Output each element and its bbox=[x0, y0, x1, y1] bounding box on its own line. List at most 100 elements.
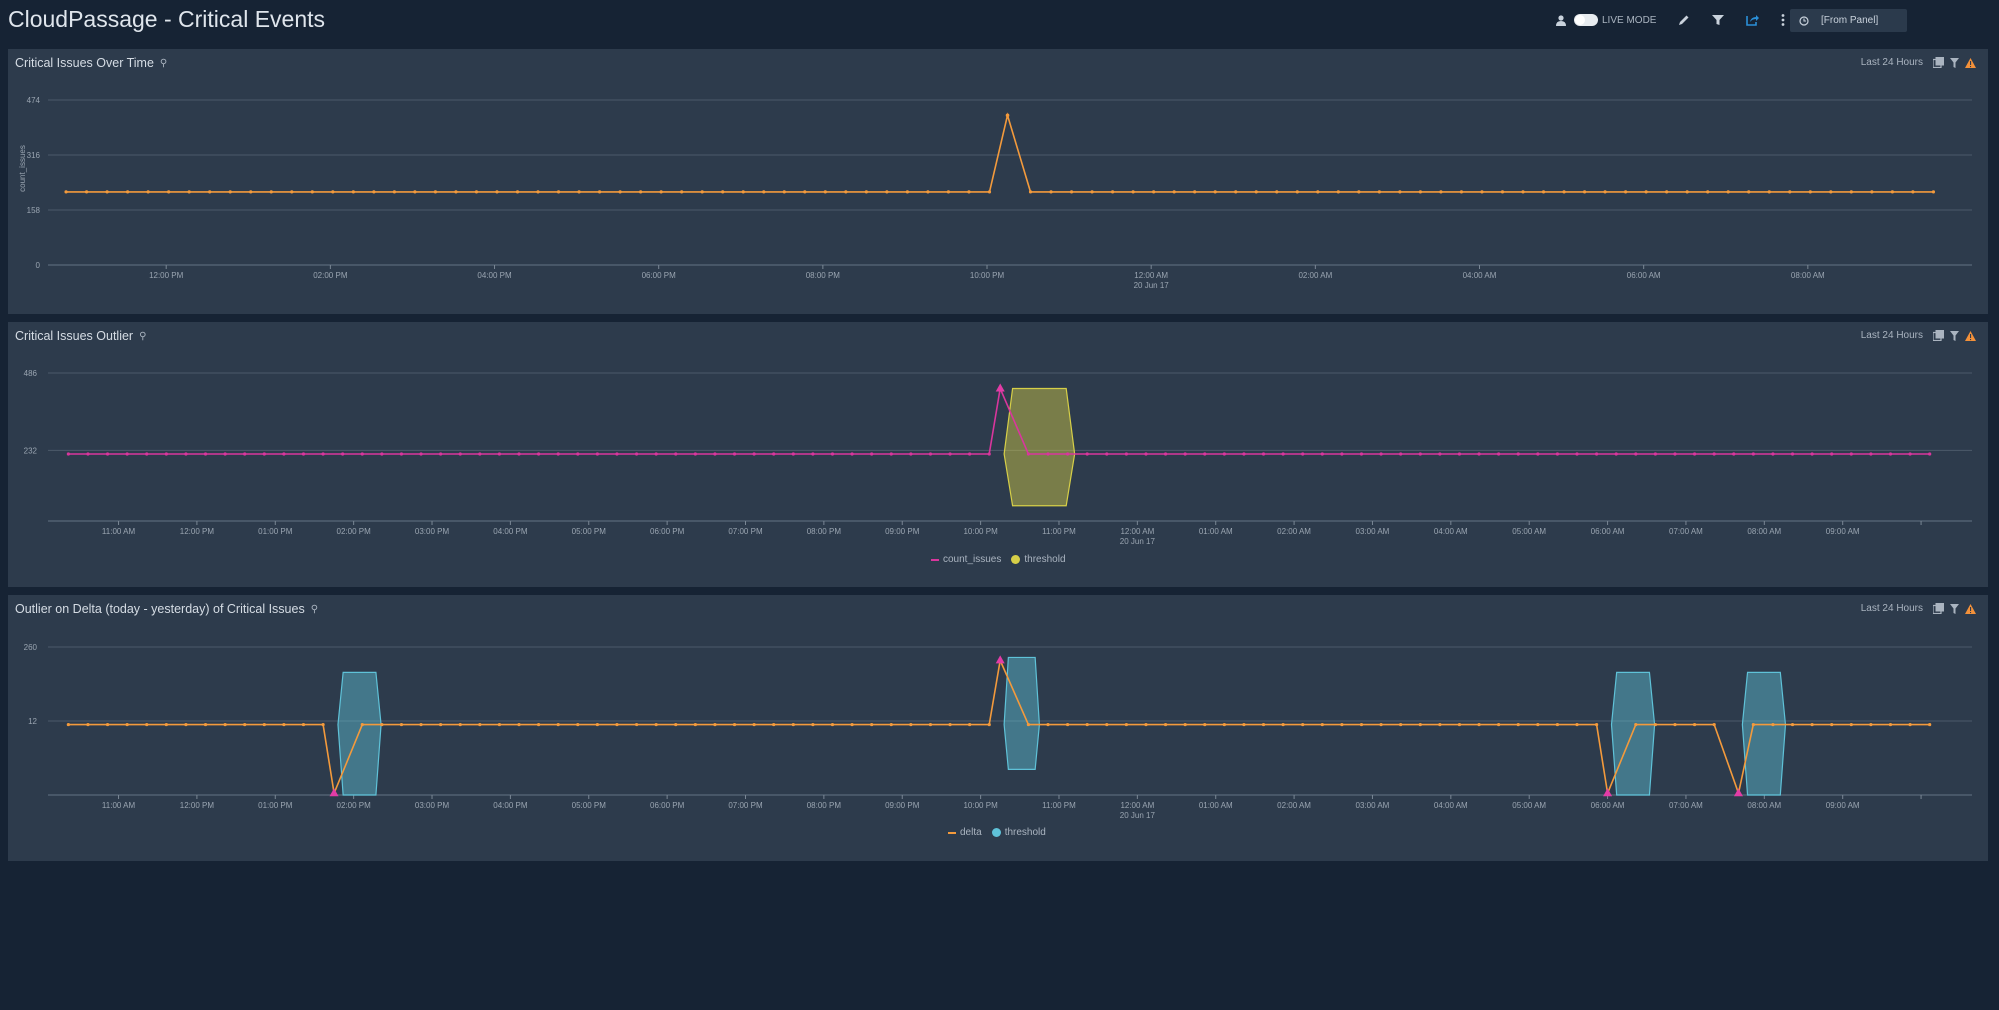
data-point bbox=[654, 722, 658, 727]
x-tick-label: 05:00 PM bbox=[572, 801, 607, 810]
data-point bbox=[634, 452, 639, 456]
data-point bbox=[86, 452, 90, 456]
data-point bbox=[419, 722, 423, 727]
data-point bbox=[497, 452, 502, 456]
x-tick-label: 03:00 AM bbox=[1356, 801, 1390, 810]
outlier-marker bbox=[329, 788, 339, 797]
data-point bbox=[478, 452, 482, 456]
x-tick-label: 06:00 PM bbox=[650, 527, 685, 536]
data-point bbox=[1767, 190, 1771, 194]
data-point bbox=[615, 452, 619, 456]
data-point bbox=[125, 452, 129, 456]
legend-item-delta[interactable]: delta bbox=[948, 827, 982, 838]
data-point bbox=[1105, 722, 1109, 727]
legend-item-threshold[interactable]: threshold bbox=[1011, 554, 1066, 565]
user-icon[interactable] bbox=[1556, 14, 1566, 26]
data-point bbox=[803, 190, 807, 194]
data-point bbox=[1213, 190, 1217, 194]
data-point bbox=[634, 722, 639, 727]
x-tick-label: 02:00 AM bbox=[1298, 271, 1332, 280]
x-tick-label: 02:00 PM bbox=[337, 527, 372, 536]
share-icon[interactable] bbox=[1746, 14, 1760, 26]
data-point bbox=[1477, 722, 1481, 727]
data-point bbox=[1183, 452, 1187, 456]
data-point bbox=[928, 452, 933, 456]
data-point bbox=[282, 722, 286, 727]
y-tick-label: 232 bbox=[24, 446, 38, 455]
x-tick-label: 12:00 AM bbox=[1134, 271, 1168, 280]
x-tick-label: 02:00 AM bbox=[1277, 527, 1311, 536]
legend-item-count-issues[interactable]: count_issues bbox=[931, 554, 1001, 565]
data-point bbox=[1582, 190, 1587, 194]
data-point bbox=[1808, 190, 1812, 194]
x-tick-sublabel: 20 Jun 17 bbox=[1134, 281, 1170, 290]
data-point bbox=[474, 190, 479, 194]
data-point bbox=[1536, 722, 1540, 727]
data-point bbox=[615, 722, 619, 727]
data-point bbox=[321, 722, 325, 727]
data-point bbox=[66, 722, 70, 727]
data-point bbox=[1295, 190, 1299, 194]
data-point bbox=[321, 452, 325, 456]
data-point bbox=[1890, 190, 1894, 194]
x-tick-label: 09:00 AM bbox=[1826, 527, 1860, 536]
data-point bbox=[1438, 722, 1442, 727]
time-range-picker[interactable]: [From Panel] bbox=[1790, 9, 1907, 32]
x-tick-label: 03:00 PM bbox=[415, 801, 450, 810]
data-point bbox=[639, 190, 643, 194]
data-point bbox=[1234, 190, 1238, 194]
data-point bbox=[1301, 452, 1305, 456]
data-point bbox=[1242, 722, 1246, 727]
data-point bbox=[1497, 452, 1501, 456]
data-point bbox=[269, 190, 273, 194]
data-point bbox=[1066, 452, 1070, 456]
data-point bbox=[830, 452, 835, 456]
data-point bbox=[752, 452, 756, 456]
data-point bbox=[713, 722, 717, 727]
data-point bbox=[946, 190, 951, 194]
x-tick-label: 08:00 AM bbox=[1747, 801, 1781, 810]
x-tick-label: 04:00 AM bbox=[1463, 271, 1497, 280]
data-point bbox=[167, 190, 171, 194]
threshold-band bbox=[337, 671, 382, 796]
data-point bbox=[1790, 452, 1795, 456]
data-point bbox=[1555, 452, 1560, 456]
data-point bbox=[1712, 722, 1716, 727]
data-point bbox=[870, 452, 874, 456]
data-point bbox=[1163, 722, 1168, 727]
data-point bbox=[1316, 190, 1320, 194]
data-point bbox=[458, 452, 462, 456]
edit-pencil-icon[interactable] bbox=[1678, 14, 1690, 26]
data-point bbox=[791, 722, 795, 727]
data-point bbox=[926, 190, 930, 194]
data-point bbox=[811, 722, 815, 727]
data-point bbox=[146, 190, 150, 194]
data-point bbox=[517, 722, 521, 727]
data-point bbox=[1049, 190, 1053, 194]
x-tick-label: 02:00 PM bbox=[337, 801, 372, 810]
data-point bbox=[290, 190, 294, 194]
y-tick-label: 158 bbox=[27, 206, 41, 215]
data-point bbox=[1541, 190, 1546, 194]
data-point bbox=[1692, 452, 1697, 456]
data-point bbox=[164, 452, 168, 456]
data-point bbox=[1665, 190, 1669, 194]
data-point bbox=[223, 452, 227, 456]
data-point bbox=[380, 722, 384, 727]
x-tick-sublabel: 20 Jun 17 bbox=[1120, 811, 1156, 820]
x-tick-label: 12:00 AM bbox=[1120, 527, 1154, 536]
data-point bbox=[1152, 190, 1156, 194]
live-mode-toggle[interactable] bbox=[1574, 14, 1598, 26]
data-point bbox=[1624, 190, 1628, 194]
data-point bbox=[537, 722, 541, 727]
legend-item-threshold[interactable]: threshold bbox=[991, 827, 1046, 838]
filter-icon[interactable] bbox=[1712, 14, 1725, 26]
data-point bbox=[1595, 722, 1599, 727]
more-vertical-icon[interactable] bbox=[1781, 14, 1785, 26]
data-point bbox=[243, 722, 247, 727]
data-point bbox=[1751, 452, 1755, 456]
data-point bbox=[249, 190, 253, 194]
data-point bbox=[1438, 452, 1442, 456]
y-tick-label: 316 bbox=[27, 151, 41, 160]
data-point bbox=[1111, 190, 1115, 194]
